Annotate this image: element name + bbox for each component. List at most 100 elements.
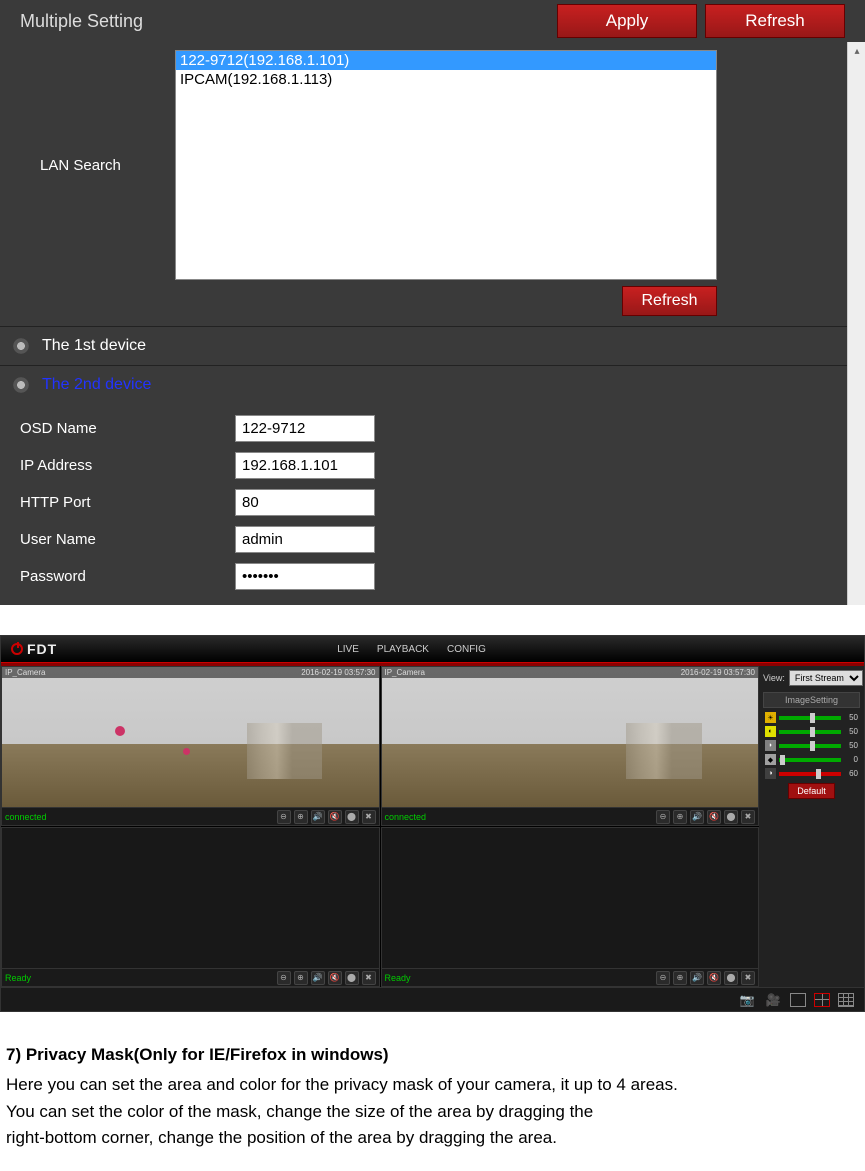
sharpness-icon: ◑	[765, 768, 776, 779]
slider-contrast[interactable]: ◐ 50	[765, 726, 858, 737]
slider-value: 50	[844, 727, 858, 736]
record-icon[interactable]: ⬤	[345, 971, 359, 985]
panel-header: Multiple Setting Apply Refresh	[0, 0, 865, 42]
slider-sharpness[interactable]: ◑ 60	[765, 768, 858, 779]
doc-line: right-bottom corner, change the position…	[6, 1125, 859, 1151]
section-heading: 7) Privacy Mask(Only for IE/Firefox in w…	[6, 1042, 859, 1068]
ip-address-label: IP Address	[0, 457, 235, 474]
slider-value: 0	[844, 755, 858, 764]
zoom-in-icon[interactable]: ⊕	[673, 971, 687, 985]
record-icon[interactable]: ⬤	[724, 810, 738, 824]
camera-feed	[382, 667, 759, 807]
scrollbar[interactable]: ▴	[847, 42, 865, 605]
video-icon[interactable]: 🎥	[764, 992, 782, 1008]
layout-9-icon[interactable]	[838, 993, 854, 1007]
mute-icon[interactable]: 🔇	[328, 810, 342, 824]
right-panel: View: First Stream ImageSetting ☀ 50 ◐ 5…	[759, 666, 864, 987]
camera-icon[interactable]: 📷	[738, 992, 756, 1008]
lan-search-label: LAN Search	[0, 157, 121, 174]
video-controls: ⊖ ⊕ 🔊 🔇 ⬤ ✖	[277, 971, 376, 985]
fdt-header: FDT LIVE PLAYBACK CONFIG	[1, 636, 864, 662]
video-controls: ⊖ ⊕ 🔊 🔇 ⬤ ✖	[656, 971, 755, 985]
timestamp: 2016-02-19 03:57:30	[301, 668, 375, 677]
default-button[interactable]: Default	[788, 783, 835, 799]
lan-device-list[interactable]: 122-9712(192.168.1.101) IPCAM(192.168.1.…	[175, 50, 717, 280]
radio-icon[interactable]	[12, 376, 30, 394]
slider-hue[interactable]: ◗ 50	[765, 740, 858, 751]
scroll-up-icon[interactable]: ▴	[848, 42, 865, 60]
audio-icon[interactable]: 🔊	[311, 810, 325, 824]
status-connected: connected	[5, 812, 47, 822]
record-icon[interactable]: ⬤	[724, 971, 738, 985]
ip-address-input[interactable]	[235, 452, 375, 479]
user-name-input[interactable]	[235, 526, 375, 553]
http-port-input[interactable]	[235, 489, 375, 516]
slider-value: 50	[844, 713, 858, 722]
doc-line: You can set the color of the mask, chang…	[6, 1099, 859, 1125]
layout-1-icon[interactable]	[790, 993, 806, 1007]
camera-label: IP_Camera	[385, 668, 425, 677]
zoom-out-icon[interactable]: ⊖	[277, 971, 291, 985]
zoom-in-icon[interactable]: ⊕	[294, 810, 308, 824]
settings-icon[interactable]: ✖	[362, 810, 376, 824]
tab-config[interactable]: CONFIG	[447, 644, 486, 655]
tab-live[interactable]: LIVE	[337, 644, 359, 655]
tab-playback[interactable]: PLAYBACK	[377, 644, 429, 655]
brightness-icon: ☀	[765, 712, 776, 723]
contrast-icon: ◐	[765, 726, 776, 737]
layout-4-icon[interactable]	[814, 993, 830, 1007]
video-cell-3[interactable]: Ready ⊖ ⊕ 🔊 🔇 ⬤ ✖	[1, 827, 380, 987]
osd-name-label: OSD Name	[0, 420, 235, 437]
refresh-button[interactable]: Refresh	[705, 4, 845, 38]
slider-brightness[interactable]: ☀ 50	[765, 712, 858, 723]
mute-icon[interactable]: 🔇	[707, 971, 721, 985]
slider-value: 60	[844, 769, 858, 778]
timestamp-overlay: IP_Camera 2016-02-19 03:57:30	[2, 667, 379, 678]
video-cell-1[interactable]: IP_Camera 2016-02-19 03:57:30 connected …	[1, 666, 380, 826]
apply-button[interactable]: Apply	[557, 4, 697, 38]
password-label: Password	[0, 568, 235, 585]
device-1-row[interactable]: The 1st device	[0, 326, 847, 365]
lan-device-item[interactable]: 122-9712(192.168.1.101)	[176, 51, 716, 70]
mute-icon[interactable]: 🔇	[328, 971, 342, 985]
audio-icon[interactable]: 🔊	[311, 971, 325, 985]
radio-icon[interactable]	[12, 337, 30, 355]
user-name-label: User Name	[0, 531, 235, 548]
settings-icon[interactable]: ✖	[741, 810, 755, 824]
document-text: 7) Privacy Mask(Only for IE/Firefox in w…	[0, 1012, 865, 1171]
audio-icon[interactable]: 🔊	[690, 971, 704, 985]
zoom-out-icon[interactable]: ⊖	[656, 971, 670, 985]
fdt-logo: FDT	[1, 641, 57, 657]
hue-icon: ◗	[765, 740, 776, 751]
lan-device-item[interactable]: IPCAM(192.168.1.113)	[176, 70, 716, 89]
audio-icon[interactable]: 🔊	[690, 810, 704, 824]
timestamp-overlay: IP_Camera 2016-02-19 03:57:30	[382, 667, 759, 678]
http-port-label: HTTP Port	[0, 494, 235, 511]
osd-name-input[interactable]	[235, 415, 375, 442]
video-cell-4[interactable]: Ready ⊖ ⊕ 🔊 🔇 ⬤ ✖	[381, 827, 760, 987]
zoom-in-icon[interactable]: ⊕	[294, 971, 308, 985]
status-ready: Ready	[5, 973, 31, 983]
slider-saturation[interactable]: ◆ 0	[765, 754, 858, 765]
power-icon	[11, 643, 23, 655]
zoom-in-icon[interactable]: ⊕	[673, 810, 687, 824]
mute-icon[interactable]: 🔇	[707, 810, 721, 824]
video-grid: IP_Camera 2016-02-19 03:57:30 connected …	[1, 666, 759, 987]
fdt-logo-text: FDT	[27, 641, 57, 657]
record-icon[interactable]: ⬤	[345, 810, 359, 824]
view-stream-select[interactable]: First Stream	[789, 670, 863, 686]
camera-feed	[2, 667, 379, 807]
video-cell-2[interactable]: IP_Camera 2016-02-19 03:57:30 connected …	[381, 666, 760, 826]
multiple-setting-panel: Multiple Setting Apply Refresh LAN Searc…	[0, 0, 865, 605]
device-2-row[interactable]: The 2nd device	[0, 365, 847, 404]
zoom-out-icon[interactable]: ⊖	[656, 810, 670, 824]
image-setting-header: ImageSetting	[763, 692, 860, 708]
password-input[interactable]	[235, 563, 375, 590]
device-2-label: The 2nd device	[42, 376, 151, 394]
zoom-out-icon[interactable]: ⊖	[277, 810, 291, 824]
view-label: View:	[763, 673, 785, 683]
settings-icon[interactable]: ✖	[362, 971, 376, 985]
settings-icon[interactable]: ✖	[741, 971, 755, 985]
lan-refresh-button[interactable]: Refresh	[622, 286, 717, 316]
video-controls: ⊖ ⊕ 🔊 🔇 ⬤ ✖	[277, 810, 376, 824]
